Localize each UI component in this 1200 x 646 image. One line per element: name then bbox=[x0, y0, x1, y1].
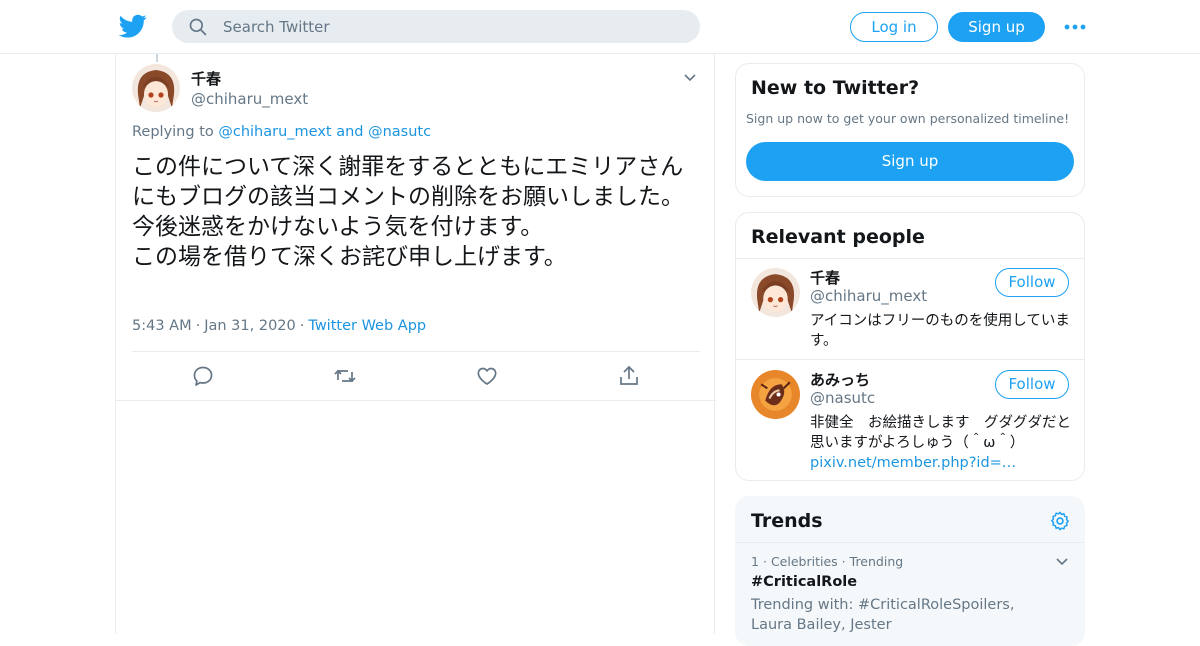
divider bbox=[116, 400, 716, 401]
signup-button[interactable]: Sign up bbox=[948, 12, 1045, 42]
trend-related: Trending with: #CriticalRoleSpoilers, La… bbox=[751, 597, 1015, 633]
search-input[interactable]: Search Twitter bbox=[223, 18, 330, 36]
trends-card: Trends 1 · Celebrities · Trending #CriticalR… bbox=[735, 496, 1085, 646]
separator-dot: · bbox=[762, 554, 767, 569]
card-title: New to Twitter? bbox=[751, 77, 920, 99]
replying-prefix: Replying to bbox=[132, 124, 214, 140]
signup-button[interactable]: Sign up bbox=[746, 142, 1074, 181]
chevron-down-icon[interactable] bbox=[1054, 554, 1070, 570]
more-dots-icon[interactable] bbox=[1063, 20, 1087, 34]
reply-icon[interactable] bbox=[191, 364, 215, 388]
follow-button[interactable]: Follow bbox=[995, 370, 1069, 399]
trend-category: Celebrities bbox=[770, 554, 838, 569]
search-icon bbox=[189, 18, 207, 36]
person-item[interactable]: あみっち @nasutc Follow 非健全 お絵描きします グダグダだと思い… bbox=[736, 360, 1084, 480]
share-icon[interactable] bbox=[617, 364, 641, 388]
top-bar: Search Twitter Log in Sign up bbox=[0, 0, 1200, 54]
avatar[interactable] bbox=[751, 268, 800, 317]
person-handle[interactable]: @nasutc bbox=[810, 389, 875, 407]
divider bbox=[736, 542, 1084, 543]
tweet-column: 千春 @chiharu_mext Replying to @chiharu_me… bbox=[115, 54, 716, 634]
avatar[interactable] bbox=[751, 370, 800, 419]
tweet-time[interactable]: 5:43 AM bbox=[132, 318, 192, 334]
twitter-bird-icon[interactable] bbox=[119, 12, 147, 40]
separator-dot: · bbox=[195, 318, 201, 334]
separator-dot: · bbox=[299, 318, 305, 334]
like-icon[interactable] bbox=[475, 364, 499, 388]
trend-status: Trending bbox=[849, 554, 904, 569]
separator-dot: · bbox=[841, 554, 846, 569]
person-bio: 非健全 お絵描きします グダグダだと思いますがよろしゅう（＾ω＾） pixiv.… bbox=[810, 413, 1072, 473]
card-title: Relevant people bbox=[751, 226, 925, 248]
person-name[interactable]: 千春 bbox=[810, 267, 840, 288]
tweet-author-name[interactable]: 千春 bbox=[191, 68, 221, 89]
tweet-author-handle[interactable]: @chiharu_mext bbox=[191, 90, 308, 108]
person-bio-link[interactable]: pixiv.net/member.php?id=… bbox=[810, 455, 1016, 471]
tweet-text: この件について深く謝罪をするとともにエミリアさんにもブログの該当コメントの削除を… bbox=[132, 154, 684, 270]
avatar[interactable] bbox=[132, 64, 180, 112]
card-subtitle: Sign up now to get your own personalized… bbox=[746, 111, 1070, 126]
card-title: Trends bbox=[751, 510, 823, 532]
tweet-actions bbox=[116, 364, 716, 388]
relevant-people-card: Relevant people 千春 @chiharu_mext Follow … bbox=[735, 212, 1085, 481]
divider bbox=[132, 351, 700, 352]
person-item[interactable]: 千春 @chiharu_mext Follow アイコンはフリーのものを使用して… bbox=[736, 258, 1084, 359]
person-handle[interactable]: @chiharu_mext bbox=[810, 287, 927, 305]
person-bio: アイコンはフリーのものを使用しています。 bbox=[810, 313, 1070, 349]
thread-connector bbox=[156, 54, 158, 62]
tweet-meta: 5:43 AM · Jan 31, 2020 · Twitter Web App bbox=[132, 318, 426, 334]
chevron-down-icon[interactable] bbox=[682, 70, 698, 86]
retweet-icon[interactable] bbox=[333, 364, 357, 388]
person-name[interactable]: あみっち bbox=[810, 369, 870, 390]
search-bar[interactable]: Search Twitter bbox=[172, 10, 700, 43]
trend-name[interactable]: #CriticalRole bbox=[751, 574, 857, 590]
replying-to: Replying to @chiharu_mext and @nasutc bbox=[132, 124, 431, 140]
tweet-source[interactable]: Twitter Web App bbox=[308, 318, 426, 334]
tweet-date[interactable]: Jan 31, 2020 bbox=[204, 318, 296, 334]
replying-to-link[interactable]: @chiharu_mext and @nasutc bbox=[218, 124, 431, 140]
gear-icon[interactable] bbox=[1049, 510, 1071, 532]
follow-button[interactable]: Follow bbox=[995, 268, 1069, 297]
trend-rank: 1 bbox=[751, 554, 759, 569]
trend-meta: 1 · Celebrities · Trending bbox=[751, 554, 903, 569]
new-to-twitter-card: New to Twitter? Sign up now to get your … bbox=[735, 63, 1085, 197]
person-bio-text: 非健全 お絵描きします グダグダだと思いますがよろしゅう（＾ω＾） bbox=[810, 415, 1071, 451]
login-button[interactable]: Log in bbox=[850, 12, 938, 42]
